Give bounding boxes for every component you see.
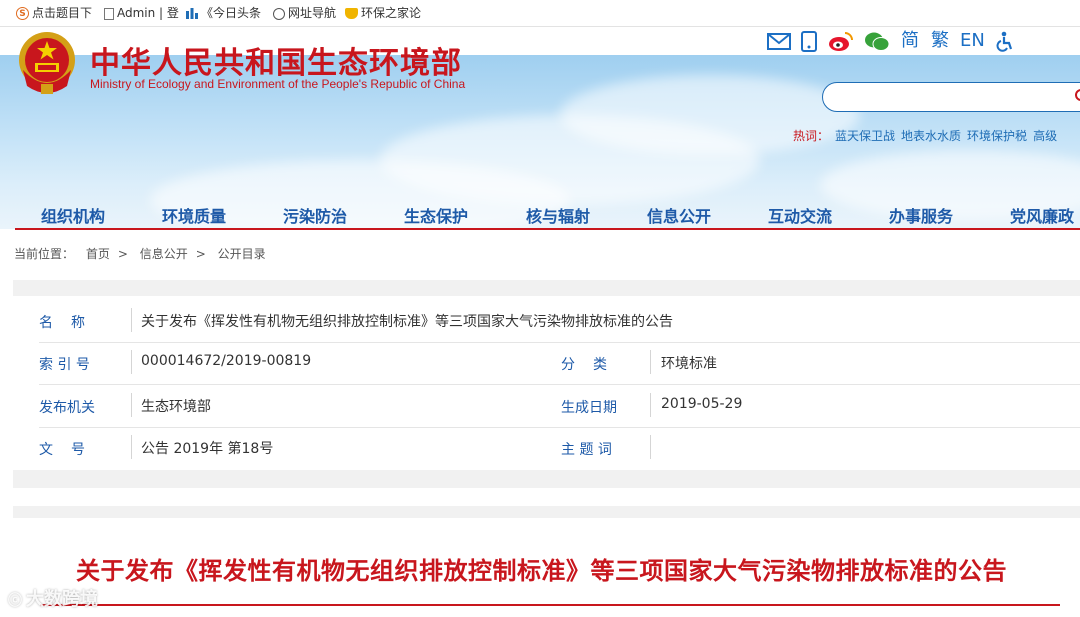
name-label: 名 称 [39, 315, 87, 331]
name-value: 关于发布《挥发性有机物无组织排放控制标准》等三项国家大气污染物排放标准的公告 [141, 314, 673, 330]
table-row: 文 号 公告 2019年 第18号 主 题 词 [39, 427, 1080, 469]
nav-item-ecology[interactable]: 生态保护 [404, 203, 468, 227]
date-label: 生成日期 [561, 400, 617, 416]
nav-item-org[interactable]: 组织机构 [41, 203, 105, 227]
bookmark-label: 环保之家论 [361, 6, 422, 20]
mobile-icon[interactable] [801, 31, 817, 52]
breadcrumb-prefix: 当前位置： [14, 247, 75, 261]
docno-value: 公告 2019年 第18号 [141, 441, 274, 457]
nav-item-info[interactable]: 信息公开 [647, 203, 711, 227]
keywords-label: 主 题 词 [561, 442, 612, 458]
bookmark-label: Admin | 登 [117, 6, 179, 20]
nav-item-interaction[interactable]: 互动交流 [768, 203, 832, 227]
search-icon[interactable] [1075, 89, 1080, 101]
table-row: 名 称 关于发布《挥发性有机物无组织排放控制标准》等三项国家大气污染物排放标准的… [39, 300, 1080, 343]
breadcrumb-sep: > [195, 247, 206, 261]
national-emblem-icon[interactable] [17, 30, 77, 96]
lang-simplified[interactable]: 简 [901, 30, 919, 52]
document-title: 关于发布《挥发性有机物无组织排放控制标准》等三项国家大气污染物排放标准的公告 [76, 556, 1007, 585]
trophy-icon [345, 8, 358, 19]
nav-item-party[interactable]: 党风廉政 [1010, 203, 1074, 227]
nav-item-env-quality[interactable]: 环境质量 [162, 203, 226, 227]
category-label: 分 类 [561, 357, 609, 373]
table-row: 发布机关 生态环境部 生成日期 2019-05-29 [39, 385, 1080, 428]
issuer-label: 发布机关 [39, 400, 95, 416]
bookmark-item[interactable]: 网址导航 [273, 5, 336, 21]
docno-label: 文 号 [39, 442, 87, 458]
s-logo-icon: S [16, 7, 29, 20]
site-title-cn[interactable]: 中华人民共和国生态环境部 [90, 38, 462, 82]
bookmark-item[interactable]: 环保之家论 [345, 5, 421, 21]
bookmarks-bar: S 点击题目下 Admin | 登 《今日头条 网址导航 环保之家论 [0, 0, 1080, 27]
date-value: 2019-05-29 [661, 396, 743, 412]
wechat-icon[interactable] [864, 31, 890, 52]
globe-icon [273, 7, 285, 20]
breadcrumb-info[interactable]: 信息公开 [140, 247, 188, 261]
bookmark-item[interactable]: 《今日头条 [186, 5, 261, 21]
index-value: 000014672/2019-00819 [141, 353, 312, 369]
lang-traditional[interactable]: 繁 [931, 30, 949, 52]
hot-keywords: 热词： 蓝天保卫战 地表水水质 环境保护税 高级 [793, 127, 1057, 144]
watermark: ⓒ 大数跨境 [8, 589, 98, 610]
nav-underline [15, 228, 1080, 230]
bookmark-item[interactable]: S 点击题目下 [16, 5, 92, 21]
breadcrumb-sep: > [117, 247, 128, 261]
mail-icon[interactable] [767, 33, 791, 50]
breadcrumb: 当前位置： 首页 > 信息公开 > 公开目录 [14, 245, 274, 262]
hot-keyword-link[interactable]: 蓝天保卫战 [835, 129, 895, 143]
bookmark-item[interactable]: Admin | 登 [104, 5, 179, 21]
hot-keyword-link[interactable]: 环境保护税 [967, 129, 1027, 143]
site-title-en[interactable]: Ministry of Ecology and Environment of t… [90, 77, 465, 91]
index-label: 索 引 号 [39, 357, 90, 373]
hot-keyword-link[interactable]: 地表水水质 [901, 129, 961, 143]
watermark-text: 大数跨境 [26, 589, 98, 610]
breadcrumb-home[interactable]: 首页 [86, 247, 110, 261]
bookmark-label: 网址导航 [288, 6, 337, 20]
bars-icon [186, 8, 198, 19]
table-row: 索 引 号 000014672/2019-00819 分 类 环境标准 [39, 342, 1080, 385]
hot-keywords-label: 热词： [793, 129, 830, 143]
main-nav: 组织机构 环境质量 污染防治 生态保护 核与辐射 信息公开 互动交流 办事服务 … [0, 200, 1080, 228]
weibo-icon[interactable] [828, 31, 854, 52]
category-value: 环境标准 [661, 356, 717, 372]
accessibility-icon[interactable] [996, 31, 1014, 52]
doc-icon [104, 7, 114, 20]
nav-item-nuclear[interactable]: 核与辐射 [526, 203, 590, 227]
hot-keyword-link[interactable]: 高级 [1033, 129, 1057, 143]
bookmark-label: 点击题目下 [32, 6, 93, 20]
lang-english[interactable]: EN [960, 30, 985, 52]
title-underline [40, 604, 1060, 606]
search-input[interactable] [822, 82, 1080, 112]
nav-item-services[interactable]: 办事服务 [889, 203, 953, 227]
breadcrumb-catalog[interactable]: 公开目录 [218, 247, 266, 261]
info-table: 名 称 关于发布《挥发性有机物无组织排放控制标准》等三项国家大气污染物排放标准的… [13, 296, 1080, 470]
nav-item-pollution[interactable]: 污染防治 [283, 203, 347, 227]
issuer-value: 生态环境部 [141, 399, 211, 415]
bookmark-label: 《今日头条 [201, 6, 262, 20]
